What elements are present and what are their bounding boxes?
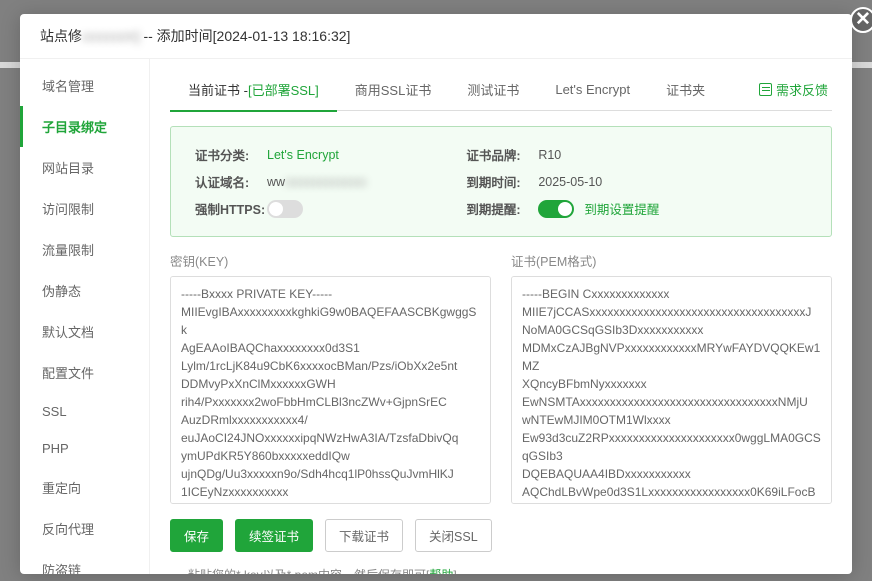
deployed-badge: [已部署SSL]: [248, 83, 319, 98]
save-button[interactable]: 保存: [170, 519, 223, 552]
cert-expiry-label: 到期时间:: [466, 172, 538, 191]
cert-info-box: 证书分类: Let's Encrypt 认证域名: wwxxxxxxxxxxxx…: [170, 126, 832, 237]
cert-category-value[interactable]: Let's Encrypt: [267, 148, 339, 162]
sidebar-item-default[interactable]: 默认文档: [20, 311, 149, 352]
close-ssl-button[interactable]: 关闭SSL: [415, 519, 492, 552]
edit-icon: [759, 83, 772, 96]
close-icon[interactable]: ✕: [850, 7, 872, 33]
cert-category-label: 证书分类:: [195, 145, 267, 164]
sidebar-item-domain[interactable]: 域名管理: [20, 65, 149, 106]
sidebar-item-hotlink[interactable]: 防盗链: [20, 549, 149, 574]
sidebar-item-webroot[interactable]: 网站目录: [20, 147, 149, 188]
download-button[interactable]: 下载证书: [325, 519, 403, 552]
sidebar-item-subdir[interactable]: 子目录绑定: [20, 106, 149, 147]
tab-commercial[interactable]: 商用SSL证书: [337, 69, 450, 110]
sidebar-item-php[interactable]: PHP: [20, 430, 149, 467]
cert-brand-value: R10: [538, 148, 561, 162]
feedback-link[interactable]: 需求反馈: [759, 80, 832, 99]
sidebar-item-traffic[interactable]: 流量限制: [20, 229, 149, 270]
cert-brand-label: 证书品牌:: [466, 145, 538, 164]
force-https-switch[interactable]: [267, 200, 303, 218]
sidebar-item-redirect[interactable]: 重定向: [20, 467, 149, 508]
sidebar-item-ssl[interactable]: SSL: [20, 393, 149, 430]
key-textarea[interactable]: [170, 276, 491, 504]
cert-domain-value: wwxxxxxxxxxxxxx: [267, 175, 366, 189]
expiry-remind-label: 到期提醒:: [466, 199, 538, 218]
cert-domain-label: 认证域名:: [195, 172, 267, 191]
tab-test[interactable]: 测试证书: [449, 69, 537, 110]
tab-le[interactable]: Let's Encrypt: [537, 71, 648, 108]
tab-folder[interactable]: 证书夹: [648, 69, 723, 110]
dialog-title: 站点修xxxxxxm] -- 添加时间[2024-01-13 18:16:32]…: [20, 14, 852, 59]
site-settings-dialog: 站点修xxxxxxm] -- 添加时间[2024-01-13 18:16:32]…: [20, 14, 852, 574]
sidebar-item-rewrite[interactable]: 伪静态: [20, 270, 149, 311]
ssl-tabs: 当前证书 -[已部署SSL]商用SSL证书测试证书Let's Encrypt证书…: [170, 69, 832, 111]
settings-sidebar: 域名管理子目录绑定网站目录访问限制流量限制伪静态默认文档配置文件SSLPHP重定…: [20, 59, 150, 574]
tab-current[interactable]: 当前证书 -[已部署SSL]: [170, 69, 337, 112]
paste-tip: 粘贴您的*.key以及*.pem内容，然后保存即可[帮助]。: [188, 566, 832, 574]
sidebar-item-proxy[interactable]: 反向代理: [20, 508, 149, 549]
ssl-panel: 当前证书 -[已部署SSL]商用SSL证书测试证书Let's Encrypt证书…: [150, 59, 852, 574]
renew-button[interactable]: 续签证书: [235, 519, 313, 552]
sidebar-item-access[interactable]: 访问限制: [20, 188, 149, 229]
pem-textarea[interactable]: [511, 276, 832, 504]
pem-label: 证书(PEM格式): [511, 251, 832, 270]
force-https-label: 强制HTTPS:: [195, 199, 267, 218]
help-link[interactable]: 帮助: [429, 568, 453, 574]
sidebar-item-config[interactable]: 配置文件: [20, 352, 149, 393]
key-label: 密钥(KEY): [170, 251, 491, 270]
expiry-remind-switch[interactable]: [538, 200, 574, 218]
expiry-remind-link[interactable]: 到期设置提醒: [584, 199, 659, 218]
cert-expiry-value: 2025-05-10: [538, 175, 602, 189]
